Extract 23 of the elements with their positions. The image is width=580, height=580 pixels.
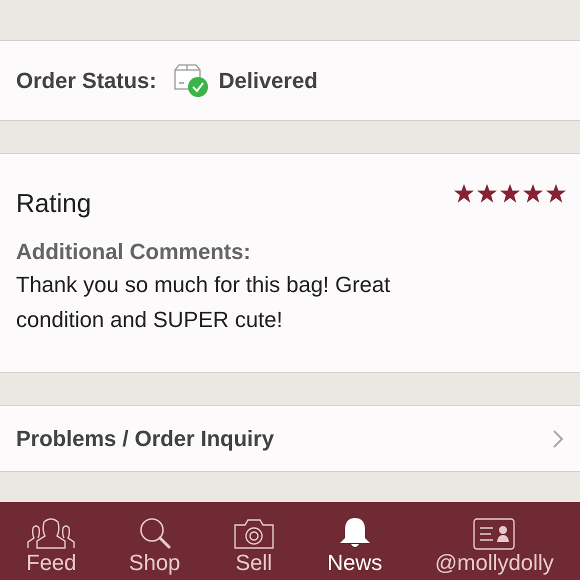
- tab-item[interactable]: Shop: [128, 516, 180, 580]
- tab-item[interactable]: News: [327, 516, 382, 580]
- star-icon: [523, 184, 543, 203]
- problems-row[interactable]: Problems / Order Inquiry: [0, 405, 580, 471]
- rating-title: Rating: [16, 188, 92, 219]
- search-icon: [138, 516, 172, 550]
- tab-item[interactable]: Feed: [26, 516, 76, 580]
- id-card-icon: [473, 518, 516, 550]
- order-status-label: Order Status:: [16, 68, 157, 94]
- comments-label: Additional Comments:: [16, 239, 252, 265]
- order-status-value: Delivered: [218, 68, 318, 94]
- comments-text: Thank you so much for this bag! Great condition and SUPER cute!: [16, 271, 392, 334]
- tab-item[interactable]: @mollydolly: [434, 518, 554, 580]
- star-icon: [500, 184, 520, 203]
- delivered-package-icon: [172, 64, 209, 98]
- star-icon: [454, 184, 474, 203]
- people-icon: [26, 516, 76, 550]
- tab-item[interactable]: Sell: [232, 518, 275, 580]
- star-icon: [546, 184, 566, 203]
- chevron-right-icon: [552, 428, 564, 448]
- star-icon: [477, 184, 497, 203]
- bell-icon: [338, 516, 372, 550]
- camera-icon: [232, 518, 275, 550]
